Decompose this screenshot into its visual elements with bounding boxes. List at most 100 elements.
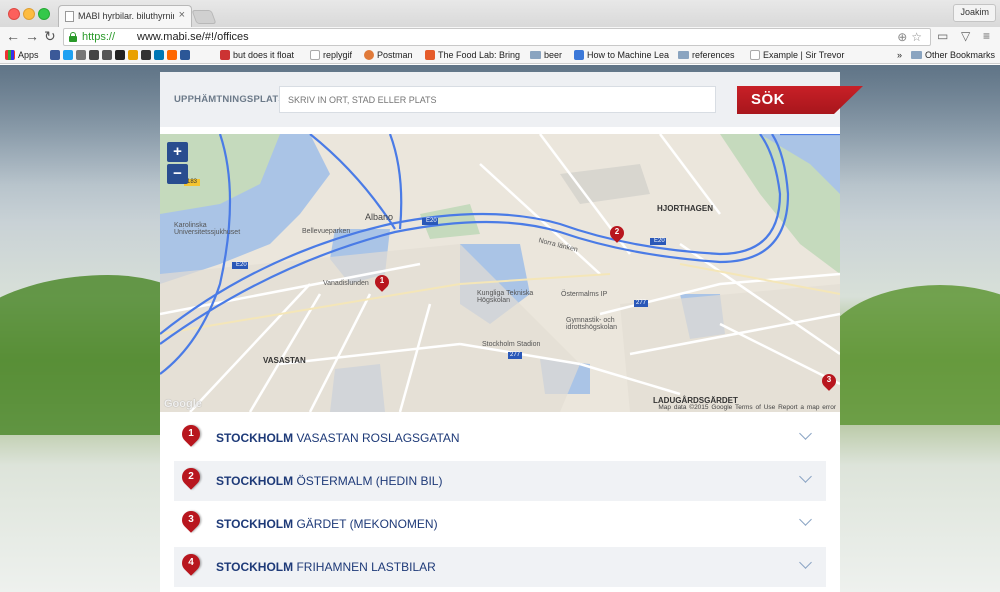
bookmark-sir-trevor[interactable]: Example | Sir Trevor xyxy=(750,50,844,60)
back-arrow-icon[interactable]: ← xyxy=(6,28,20,44)
lock-icon xyxy=(69,32,77,42)
github-icon xyxy=(141,50,151,60)
url-scheme: https:// xyxy=(82,31,116,43)
cast-icon[interactable]: ▭ xyxy=(937,29,948,43)
profile-button[interactable]: Joakim xyxy=(953,4,996,22)
bookmark-other[interactable]: Other Bookmarks xyxy=(911,50,995,60)
bookmark-machine-learning[interactable]: How to Machine Lea xyxy=(574,50,669,60)
browser-toolbar: ← → ↻ https:// www.mabi.se/#!/offices ⊕☆… xyxy=(0,27,1000,47)
bookmark-but-does-it-float[interactable]: but does it float xyxy=(220,50,294,60)
office-number: 2 xyxy=(188,471,194,482)
tab-close-icon[interactable]: × xyxy=(179,9,185,21)
zoom-in-button[interactable]: + xyxy=(167,142,188,162)
bookmark-label: Postman xyxy=(377,50,413,60)
maximize-window-button[interactable] xyxy=(38,8,50,20)
foodlab-icon xyxy=(425,50,435,60)
reload-icon[interactable]: ↻ xyxy=(44,28,56,44)
office-place: ÖSTERMALM (HEDIN BIL) xyxy=(293,474,443,488)
close-window-button[interactable] xyxy=(8,8,20,20)
address-bar[interactable]: https:// www.mabi.se/#!/offices ⊕☆ xyxy=(63,28,931,46)
office-marker-icon: 3 xyxy=(178,507,204,537)
bookmark-apps[interactable]: Apps xyxy=(5,50,39,60)
site-icon xyxy=(102,50,112,60)
site-icon xyxy=(574,50,584,60)
office-number: 1 xyxy=(188,428,194,439)
twitter-icon xyxy=(63,50,73,60)
folder-icon xyxy=(678,51,689,59)
office-marker-icon: 1 xyxy=(178,421,204,451)
offices-panel: UPPHÄMTNINGSPLATS SÖK xyxy=(160,72,863,592)
browser-titlebar: MABI hyrbilar. biluthyrning × Joakim xyxy=(0,0,1000,27)
forward-arrow-icon[interactable]: → xyxy=(25,28,39,44)
office-name: STOCKHOLM FRIHAMNEN LASTBILAR xyxy=(216,560,436,574)
bookmark-label: Apps xyxy=(18,50,39,60)
map-marker-number: 1 xyxy=(379,276,385,285)
extension-icon[interactable]: ▽ xyxy=(961,29,970,43)
office-name: STOCKHOLM ÖSTERMALM (HEDIN BIL) xyxy=(216,474,442,488)
bookmark-label: replygif xyxy=(323,50,353,60)
bookmark-references[interactable]: references xyxy=(678,50,735,60)
tab-title: MABI hyrbilar. biluthyrning xyxy=(78,11,174,21)
folder-icon xyxy=(911,51,922,59)
office-city: STOCKHOLM xyxy=(216,474,294,488)
route-e20-label: E20 xyxy=(654,238,665,244)
bookmarks-overflow[interactable]: » xyxy=(897,50,902,60)
chevron-down-icon[interactable] xyxy=(799,556,812,569)
office-place: VASASTAN ROSLAGSGATAN xyxy=(293,431,460,445)
folder-icon xyxy=(530,51,541,59)
bookmark-star-icon[interactable]: ⊕☆ xyxy=(897,30,926,44)
map-marker-2[interactable]: 2 xyxy=(607,223,627,244)
bookmark-icons-row[interactable] xyxy=(50,50,190,60)
route-277-label: 277 xyxy=(510,352,521,358)
map-label-stadion: Stockholm Stadion xyxy=(482,341,541,348)
office-name: STOCKHOLM GÄRDET (MEKONOMEN) xyxy=(216,517,438,531)
map-marker-1[interactable]: 1 xyxy=(372,272,392,293)
bookmark-label: The Food Lab: Bring xyxy=(438,50,521,60)
browser-tab[interactable]: MABI hyrbilar. biluthyrning × xyxy=(58,5,192,27)
site-icon xyxy=(89,50,99,60)
route-277-label: 277 xyxy=(636,300,647,306)
menu-icon[interactable]: ≡ xyxy=(983,29,990,43)
map-label-vanadis: Vanadislunden xyxy=(323,280,369,287)
office-item-4[interactable]: 4 STOCKHOLM FRIHAMNEN LASTBILAR xyxy=(174,547,826,587)
map-attribution[interactable]: Map data ©2015 Google Terms of Use Repor… xyxy=(658,404,836,411)
map-label-gymnastik: Gymnastik- och idrottshögskolan xyxy=(566,317,617,331)
bookmark-replygif[interactable]: replygif xyxy=(310,50,352,60)
map-canvas xyxy=(160,134,840,412)
new-tab-button[interactable] xyxy=(191,10,217,24)
page-icon xyxy=(750,50,760,60)
office-marker-icon: 4 xyxy=(178,550,204,580)
office-city: STOCKHOLM xyxy=(216,560,294,574)
route-183-label: 183 xyxy=(187,179,198,185)
office-item-2[interactable]: 2 STOCKHOLM ÖSTERMALM (HEDIN BIL) xyxy=(174,461,826,501)
map-marker-3[interactable]: 3 xyxy=(819,371,839,392)
office-item-1[interactable]: 1 STOCKHOLM VASASTAN ROSLAGSGATAN xyxy=(174,418,826,458)
offices-map[interactable]: E20 E20 E20 277 277 183 Albano HJORTHAGE… xyxy=(160,134,840,412)
pickup-location-input[interactable] xyxy=(279,86,716,113)
search-button-label: SÖK xyxy=(751,91,786,108)
chevron-down-icon[interactable] xyxy=(799,470,812,483)
site-icon xyxy=(220,50,230,60)
pickup-label: UPPHÄMTNINGSPLATS xyxy=(174,94,285,105)
zoom-out-button[interactable]: − xyxy=(167,164,188,184)
facebook-icon xyxy=(50,50,60,60)
office-item-3[interactable]: 3 STOCKHOLM GÄRDET (MEKONOMEN) xyxy=(174,504,826,544)
map-label-hjorthagen: HJORTHAGEN xyxy=(657,204,714,213)
bookmark-beer[interactable]: beer xyxy=(530,50,562,60)
bookmark-postman[interactable]: Postman xyxy=(364,50,413,60)
chevron-down-icon[interactable] xyxy=(799,513,812,526)
map-label-vasastan: VASASTAN xyxy=(263,356,306,365)
bookmark-food-lab[interactable]: The Food Lab: Bring xyxy=(425,50,520,60)
office-place: FRIHAMNEN LASTBILAR xyxy=(293,560,436,574)
hackernews-icon xyxy=(167,50,177,60)
map-label-karolinska: Karolinska Universitetssjukhuset xyxy=(174,222,241,236)
route-e20-label: E20 xyxy=(236,262,247,268)
google-logo: Google xyxy=(164,398,202,410)
bookmarks-bar: Apps but does it float replygif Postman … xyxy=(0,47,1000,64)
pickup-search-bar: UPPHÄMTNINGSPLATS SÖK xyxy=(160,72,863,127)
chevron-down-icon[interactable] xyxy=(799,427,812,440)
minimize-window-button[interactable] xyxy=(23,8,35,20)
map-label-bellevue: Bellevueparken xyxy=(302,228,351,235)
map-label-kth: Kungliga Tekniska Högskolan xyxy=(477,290,534,304)
search-button[interactable]: SÖK xyxy=(737,86,863,114)
